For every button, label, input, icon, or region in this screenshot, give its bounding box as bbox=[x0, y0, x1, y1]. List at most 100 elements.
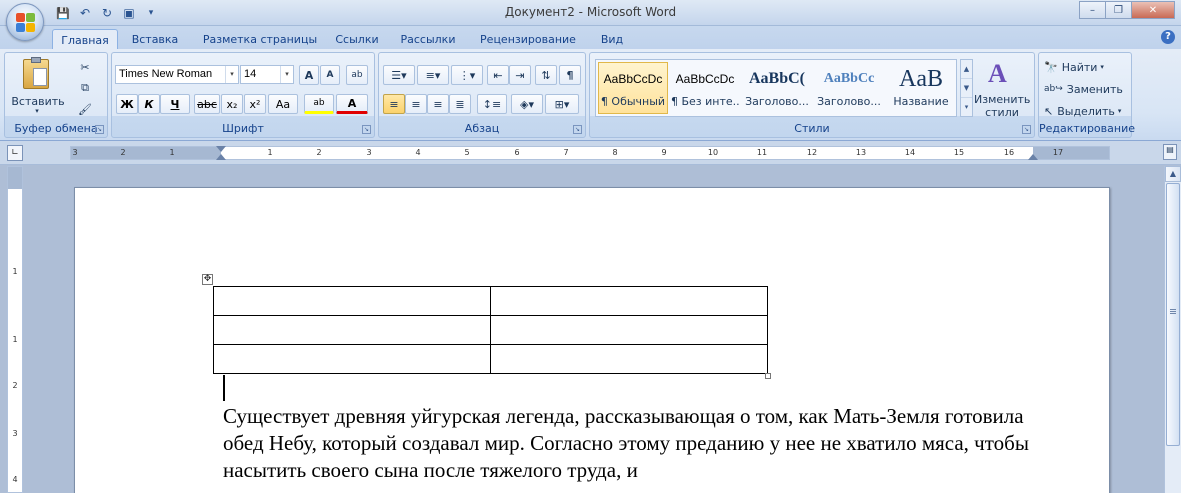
style-heading-2[interactable]: AaBbCc Заголово... bbox=[814, 62, 884, 114]
paragraph-group: ☰▾ ≡▾ ⋮▾ ⇤ ⇥ ⇅ ¶ ≡ ≡ ≡ ≣ ↕≡ ◈▾ ⊞▾ Абзац … bbox=[378, 52, 586, 138]
change-styles-button[interactable]: A Изменить стили bbox=[974, 57, 1030, 121]
office-button[interactable] bbox=[6, 3, 44, 41]
font-family-select[interactable]: Times New Roman ▾ bbox=[115, 65, 239, 84]
table-cell[interactable] bbox=[490, 286, 768, 316]
styles-gallery: AaBbCcDc ¶ Обычный AaBbCcDc ¶ Без инте..… bbox=[595, 59, 957, 117]
line-spacing-icon[interactable]: ↕≡ bbox=[477, 94, 507, 114]
styles-gallery-scroll[interactable]: ▲ ▼ ▾ bbox=[960, 59, 973, 117]
gallery-more-icon[interactable]: ▾ bbox=[961, 98, 972, 117]
clipboard-launcher-icon[interactable]: ↘ bbox=[95, 125, 104, 134]
tab-selector-icon[interactable]: ∟ bbox=[7, 145, 23, 161]
tab-references[interactable]: Ссылки bbox=[330, 29, 384, 50]
paragraph-group-label: Абзац bbox=[464, 122, 500, 135]
window-title: Документ2 - Microsoft Word bbox=[504, 5, 677, 19]
numbering-icon[interactable]: ≡▾ bbox=[417, 65, 449, 85]
document-paragraph[interactable]: Существует древняя уйгурская легенда, ра… bbox=[223, 403, 1043, 484]
right-indent-marker[interactable] bbox=[1028, 154, 1038, 160]
table-row bbox=[213, 286, 768, 316]
clear-formatting-button[interactable]: ab bbox=[346, 65, 368, 85]
left-indent-marker[interactable] bbox=[216, 154, 226, 160]
table-resize-handle-icon[interactable] bbox=[765, 373, 771, 379]
find-button[interactable]: 🔭 Найти ▾ bbox=[1043, 57, 1129, 77]
format-painter-icon[interactable]: 🖌 bbox=[75, 99, 95, 119]
align-center-icon[interactable]: ≡ bbox=[405, 94, 427, 114]
decrease-indent-icon[interactable]: ⇤ bbox=[487, 65, 509, 85]
justify-icon[interactable]: ≣ bbox=[449, 94, 471, 114]
tab-home[interactable]: Главная bbox=[52, 29, 118, 50]
style-heading-1[interactable]: AaBbC( Заголово... bbox=[742, 62, 812, 114]
underline-button[interactable]: Ч bbox=[160, 94, 190, 114]
style-no-spacing[interactable]: AaBbCcDc ¶ Без инте... bbox=[670, 62, 740, 114]
table-cell[interactable] bbox=[490, 315, 768, 345]
tab-page-layout[interactable]: Разметка страницы bbox=[196, 29, 324, 50]
font-group: Times New Roman ▾ 14 ▾ A A ab Ж К Ч abc x₂… bbox=[111, 52, 375, 138]
styles-launcher-icon[interactable]: ↘ bbox=[1022, 125, 1031, 134]
table-cell[interactable] bbox=[213, 286, 491, 316]
borders-icon[interactable]: ⊞▾ bbox=[545, 94, 579, 114]
view-ruler-icon[interactable]: ▤ bbox=[1163, 144, 1177, 160]
table-row bbox=[213, 315, 768, 345]
first-line-indent-marker[interactable] bbox=[216, 146, 226, 152]
font-size-value: 14 bbox=[244, 68, 257, 80]
table-cell[interactable] bbox=[490, 344, 768, 374]
show-marks-button[interactable]: ¶ bbox=[559, 65, 581, 85]
align-left-icon[interactable]: ≡ bbox=[383, 94, 405, 114]
close-button[interactable]: ✕ bbox=[1131, 1, 1175, 19]
minimize-button[interactable]: – bbox=[1079, 1, 1106, 19]
maximize-button[interactable]: ❐ bbox=[1105, 1, 1132, 19]
font-color-button[interactable]: A bbox=[336, 94, 368, 114]
italic-button[interactable]: К bbox=[138, 94, 160, 114]
horizontal-ruler[interactable]: 3 2 1 1 2 3 4 5 6 7 8 9 10 11 12 13 14 1… bbox=[70, 146, 1110, 160]
table-cell[interactable] bbox=[213, 344, 491, 374]
cut-icon[interactable]: ✂ bbox=[75, 57, 95, 77]
help-icon[interactable]: ? bbox=[1161, 30, 1175, 44]
scroll-thumb[interactable] bbox=[1166, 183, 1180, 446]
vertical-ruler[interactable]: 1 1 2 3 4 bbox=[7, 166, 23, 493]
vertical-scrollbar[interactable]: ▲ bbox=[1164, 166, 1181, 493]
bullets-icon[interactable]: ☰▾ bbox=[383, 65, 415, 85]
strikethrough-button[interactable]: abc bbox=[194, 94, 220, 114]
align-right-icon[interactable]: ≡ bbox=[427, 94, 449, 114]
change-styles-label: Изменить стили bbox=[974, 93, 1031, 119]
multilevel-list-icon[interactable]: ⋮▾ bbox=[451, 65, 483, 85]
table-move-handle-icon[interactable]: ✥ bbox=[202, 274, 213, 285]
copy-icon[interactable]: ⧉ bbox=[75, 78, 95, 98]
select-button[interactable]: ↖ Выделить ▾ bbox=[1043, 101, 1129, 121]
subscript-button[interactable]: x₂ bbox=[221, 94, 243, 114]
replace-button[interactable]: ab↪ Заменить bbox=[1043, 79, 1129, 99]
paragraph-launcher-icon[interactable]: ↘ bbox=[573, 125, 582, 134]
gallery-down-icon[interactable]: ▼ bbox=[961, 79, 972, 98]
highlight-button[interactable]: ab bbox=[304, 94, 334, 114]
replace-icon: ab↪ bbox=[1044, 84, 1063, 94]
document-page[interactable]: ✥ Существует древняя уйгурская легенда, … bbox=[74, 187, 1110, 493]
tab-mailings[interactable]: Рассылки bbox=[396, 29, 460, 50]
tab-review[interactable]: Рецензирование bbox=[474, 29, 582, 50]
tab-insert[interactable]: Вставка bbox=[126, 29, 184, 50]
style-normal[interactable]: AaBbCcDc ¶ Обычный bbox=[598, 62, 668, 114]
sort-icon[interactable]: ⇅ bbox=[535, 65, 557, 85]
window-controls: – ❐ ✕ bbox=[1079, 1, 1175, 19]
grow-font-button[interactable]: A bbox=[299, 65, 319, 85]
table-row bbox=[213, 344, 768, 374]
title-bar: 💾 ↶ ↻ ▣ ▾ Документ2 - Microsoft Word – ❐… bbox=[0, 0, 1181, 26]
text-caret bbox=[223, 375, 225, 401]
increase-indent-icon[interactable]: ⇥ bbox=[509, 65, 531, 85]
style-title[interactable]: AaB Название bbox=[886, 62, 956, 114]
table-cell[interactable] bbox=[213, 315, 491, 345]
ruler-row: ∟ 3 2 1 1 2 3 4 5 6 7 8 9 10 11 12 13 14… bbox=[0, 141, 1181, 165]
superscript-button[interactable]: x² bbox=[244, 94, 266, 114]
scroll-up-icon[interactable]: ▲ bbox=[1165, 166, 1181, 182]
bold-button[interactable]: Ж bbox=[116, 94, 138, 114]
shading-icon[interactable]: ◈▾ bbox=[511, 94, 543, 114]
change-case-button[interactable]: Aa bbox=[268, 94, 298, 114]
gallery-up-icon[interactable]: ▲ bbox=[961, 60, 972, 79]
editing-group-label: Редактирование bbox=[1039, 122, 1135, 135]
shrink-font-button[interactable]: A bbox=[320, 65, 340, 85]
styles-group: AaBbCcDc ¶ Обычный AaBbCcDc ¶ Без инте..… bbox=[589, 52, 1035, 138]
select-icon: ↖ bbox=[1044, 104, 1054, 118]
font-size-select[interactable]: 14 ▾ bbox=[240, 65, 294, 84]
tab-view[interactable]: Вид bbox=[594, 29, 630, 50]
font-launcher-icon[interactable]: ↘ bbox=[362, 125, 371, 134]
paste-button[interactable]: Вставить ▾ bbox=[11, 57, 65, 115]
document-table[interactable] bbox=[213, 286, 768, 374]
